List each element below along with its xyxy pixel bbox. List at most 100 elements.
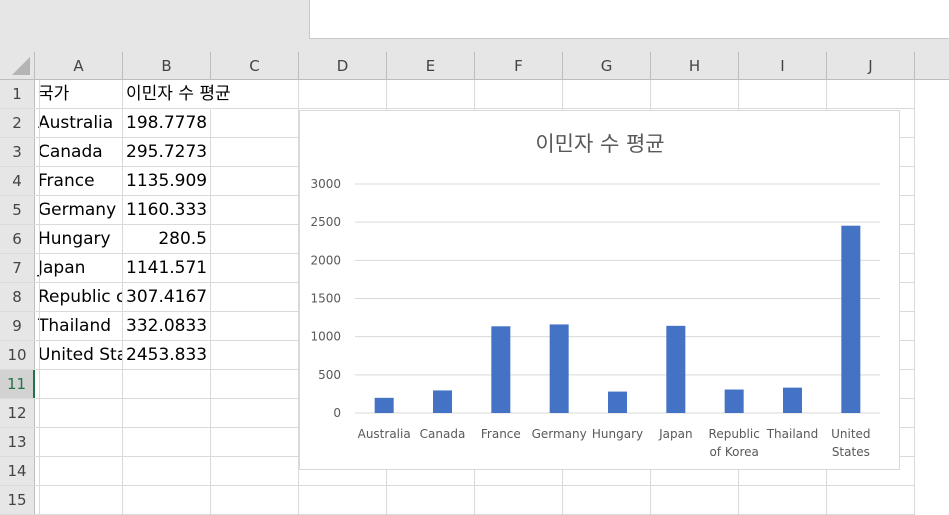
cell[interactable] bbox=[299, 80, 387, 109]
cell-value[interactable]: 1135.909 bbox=[123, 167, 211, 196]
cell[interactable] bbox=[0, 138, 40, 167]
column-header-k[interactable] bbox=[915, 52, 949, 80]
cell[interactable] bbox=[0, 80, 40, 109]
cell[interactable] bbox=[651, 486, 739, 515]
cell[interactable] bbox=[0, 486, 40, 515]
cell[interactable] bbox=[475, 80, 563, 109]
cell[interactable] bbox=[211, 486, 299, 515]
cell[interactable] bbox=[0, 254, 40, 283]
column-header-g[interactable]: G bbox=[563, 52, 651, 80]
cell[interactable] bbox=[827, 80, 915, 109]
bar-thailand[interactable] bbox=[783, 387, 802, 413]
cell-a1[interactable]: 국가 bbox=[35, 80, 123, 109]
bar-canada[interactable] bbox=[433, 390, 452, 413]
cell[interactable] bbox=[299, 486, 387, 515]
cell-country[interactable]: United Sta bbox=[35, 341, 123, 370]
cell[interactable] bbox=[123, 486, 211, 515]
cell[interactable] bbox=[211, 254, 299, 283]
cell-value[interactable]: 198.7778 bbox=[123, 109, 211, 138]
cell-country[interactable]: Hungary bbox=[35, 225, 123, 254]
cell[interactable] bbox=[387, 80, 475, 109]
cell[interactable] bbox=[0, 428, 40, 457]
cell[interactable] bbox=[651, 80, 739, 109]
cell-b1[interactable]: 이민자 수 평균 bbox=[123, 80, 231, 109]
bar-united-states[interactable] bbox=[841, 225, 861, 413]
cell[interactable] bbox=[211, 225, 299, 254]
cell[interactable] bbox=[211, 196, 299, 225]
cell[interactable] bbox=[0, 196, 40, 225]
cell-country[interactable]: Republic c bbox=[35, 283, 123, 312]
cell[interactable] bbox=[827, 486, 915, 515]
cell[interactable] bbox=[0, 225, 40, 254]
bar-hungary[interactable] bbox=[608, 391, 627, 413]
cell[interactable] bbox=[35, 457, 123, 486]
column-header-d[interactable]: D bbox=[299, 52, 387, 80]
select-all-corner[interactable] bbox=[0, 52, 35, 80]
cell[interactable] bbox=[211, 109, 299, 138]
column-header-e[interactable]: E bbox=[387, 52, 475, 80]
cell[interactable] bbox=[211, 370, 299, 399]
cell-country[interactable]: Germany bbox=[35, 196, 123, 225]
column-header-c[interactable]: C bbox=[211, 52, 299, 80]
y-tick-label: 2500 bbox=[310, 215, 341, 229]
cell[interactable] bbox=[387, 486, 475, 515]
cell[interactable] bbox=[123, 428, 211, 457]
cell[interactable] bbox=[211, 457, 299, 486]
cell[interactable] bbox=[35, 428, 123, 457]
y-tick-label: 1000 bbox=[310, 330, 341, 344]
column-header-f[interactable]: F bbox=[475, 52, 563, 80]
bar-germany[interactable] bbox=[549, 324, 569, 413]
cell-value[interactable]: 307.4167 bbox=[123, 283, 211, 312]
cell-value[interactable]: 295.7273 bbox=[123, 138, 211, 167]
bar-france[interactable] bbox=[491, 326, 511, 413]
cell-country[interactable]: Thailand bbox=[35, 312, 123, 341]
cell[interactable] bbox=[211, 283, 299, 312]
cell-country[interactable]: Japan bbox=[35, 254, 123, 283]
cell[interactable] bbox=[0, 283, 40, 312]
cell-value[interactable]: 2453.833 bbox=[123, 341, 211, 370]
cell-value[interactable]: 1141.571 bbox=[123, 254, 211, 283]
chart[interactable]: 이민자 수 평균 0 500 1000 1500 2000 2500 3000 Austra… bbox=[299, 110, 900, 470]
cell[interactable] bbox=[211, 341, 299, 370]
cell[interactable] bbox=[123, 399, 211, 428]
cell[interactable] bbox=[123, 370, 211, 399]
bar-australia[interactable] bbox=[374, 397, 394, 413]
column-header-h[interactable]: H bbox=[651, 52, 739, 80]
cell[interactable] bbox=[123, 457, 211, 486]
column-header-a[interactable]: A bbox=[35, 52, 123, 80]
cell[interactable] bbox=[0, 341, 40, 370]
column-header-i[interactable]: I bbox=[739, 52, 827, 80]
cell[interactable] bbox=[563, 486, 651, 515]
cell[interactable] bbox=[35, 399, 123, 428]
cell-country[interactable]: Canada bbox=[35, 138, 123, 167]
cell[interactable] bbox=[211, 428, 299, 457]
cell[interactable] bbox=[0, 457, 40, 486]
formula-bar[interactable] bbox=[309, 0, 949, 39]
bar-japan[interactable] bbox=[666, 325, 686, 413]
cell[interactable] bbox=[35, 370, 123, 399]
cell-country[interactable]: France bbox=[35, 167, 123, 196]
cell[interactable] bbox=[739, 80, 827, 109]
cell[interactable] bbox=[563, 80, 651, 109]
cell[interactable] bbox=[211, 167, 299, 196]
y-tick-label: 0 bbox=[333, 406, 341, 420]
cell-country[interactable]: Australia bbox=[35, 109, 123, 138]
bar-republic-of-korea[interactable] bbox=[724, 389, 744, 413]
cell[interactable] bbox=[0, 370, 40, 399]
cell[interactable] bbox=[211, 399, 299, 428]
cell[interactable] bbox=[0, 167, 40, 196]
cell[interactable] bbox=[211, 312, 299, 341]
cell[interactable] bbox=[475, 486, 563, 515]
cell[interactable] bbox=[0, 109, 40, 138]
column-header-j[interactable]: J bbox=[827, 52, 915, 80]
column-header-b[interactable]: B bbox=[123, 52, 211, 80]
cell[interactable] bbox=[0, 312, 40, 341]
cell[interactable] bbox=[211, 138, 299, 167]
cell[interactable] bbox=[739, 486, 827, 515]
x-tick-label: Thailand bbox=[766, 427, 819, 441]
cell-value[interactable]: 280.5 bbox=[123, 225, 211, 254]
cell[interactable] bbox=[35, 486, 123, 515]
cell-value[interactable]: 1160.333 bbox=[123, 196, 211, 225]
cell[interactable] bbox=[0, 399, 40, 428]
cell-value[interactable]: 332.0833 bbox=[123, 312, 211, 341]
